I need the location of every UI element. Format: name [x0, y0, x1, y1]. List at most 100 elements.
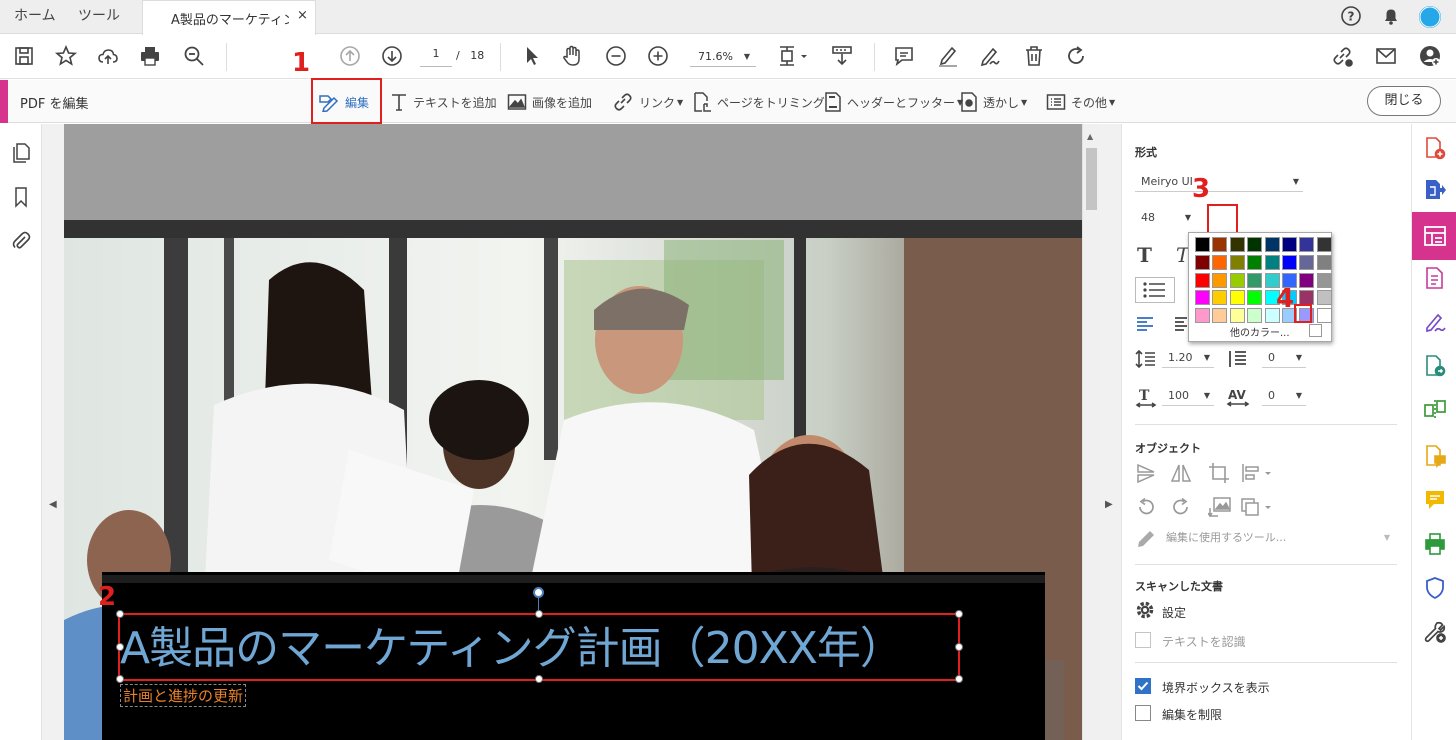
fill-sign-icon[interactable]: [1423, 310, 1447, 334]
color-swatch[interactable]: [1282, 237, 1297, 252]
color-swatch[interactable]: [1316, 254, 1332, 270]
export-pdf-icon[interactable]: [1423, 178, 1447, 202]
add-text-button[interactable]: テキストを追加: [390, 91, 497, 113]
save-icon[interactable]: [12, 44, 38, 70]
color-swatch[interactable]: [1299, 272, 1315, 288]
italic-text-icon[interactable]: T: [1174, 244, 1188, 266]
more-colors-box[interactable]: [1309, 324, 1322, 337]
rotate-right-icon[interactable]: [1170, 496, 1192, 518]
color-swatch[interactable]: [1212, 308, 1228, 324]
color-swatch[interactable]: [1229, 254, 1245, 270]
print-production-icon[interactable]: [1423, 532, 1447, 556]
more-tools-icon[interactable]: [1423, 620, 1447, 644]
rotate-icon[interactable]: [1064, 44, 1090, 70]
color-swatch[interactable]: [1247, 290, 1263, 306]
color-swatch[interactable]: [1195, 272, 1210, 288]
delete-trash-icon[interactable]: [1022, 44, 1048, 70]
paragraph-spacing-select[interactable]: 0 ▼: [1262, 348, 1306, 368]
color-swatch[interactable]: [1229, 290, 1245, 306]
resize-handle[interactable]: [535, 675, 543, 683]
scroll-up-icon[interactable]: ▲: [1087, 132, 1093, 141]
character-spacing-select[interactable]: 0 ▼: [1262, 386, 1306, 406]
color-swatch[interactable]: [1229, 308, 1245, 324]
restrict-edit-checkbox[interactable]: [1135, 705, 1151, 721]
previous-page-icon[interactable]: [338, 44, 364, 70]
color-swatch[interactable]: [1247, 254, 1263, 270]
color-swatch[interactable]: [1316, 237, 1332, 252]
comment-icon[interactable]: [1423, 488, 1447, 512]
resize-handle[interactable]: [955, 675, 963, 683]
align-objects-icon[interactable]: [1240, 462, 1276, 484]
email-icon[interactable]: [1374, 44, 1400, 70]
color-swatch[interactable]: [1195, 237, 1210, 252]
scroll-mode-icon[interactable]: [830, 44, 856, 70]
color-swatch[interactable]: [1316, 308, 1332, 324]
replace-image-icon[interactable]: [1208, 496, 1232, 518]
font-family-select[interactable]: Meiryo UI ▼: [1135, 172, 1303, 192]
scrollbar-thumb[interactable]: [1086, 148, 1097, 210]
print-icon[interactable]: [138, 44, 164, 70]
tab-tools[interactable]: ツール: [78, 0, 120, 34]
crop-page-button[interactable]: ページをトリミング: [692, 91, 825, 113]
left-pane-toggle[interactable]: ◀: [42, 124, 64, 740]
color-swatch[interactable]: [1195, 308, 1210, 324]
color-swatch[interactable]: [1299, 254, 1315, 270]
color-swatch[interactable]: [1212, 290, 1228, 306]
color-swatch[interactable]: [1282, 254, 1297, 270]
recognize-text-checkbox[interactable]: [1135, 632, 1151, 648]
edit-pdf-tool-icon[interactable]: [1423, 224, 1447, 248]
vertical-scrollbar[interactable]: ▲: [1082, 124, 1099, 740]
add-user-icon[interactable]: [1418, 44, 1444, 70]
page-number-input[interactable]: 1: [420, 47, 452, 67]
attachment-paperclip-icon[interactable]: [10, 230, 32, 252]
highlight-pen-icon[interactable]: [936, 44, 962, 70]
resize-handle[interactable]: [955, 643, 963, 651]
resize-handle[interactable]: [535, 610, 543, 618]
flip-vertical-icon[interactable]: [1135, 462, 1157, 484]
color-swatch[interactable]: [1212, 237, 1228, 252]
rotate-left-icon[interactable]: [1135, 496, 1157, 518]
resize-handle[interactable]: [116, 643, 124, 651]
sign-pen-icon[interactable]: [978, 44, 1004, 70]
bookmark-icon[interactable]: [10, 186, 32, 208]
tab-document[interactable]: A製品のマーケティング計画（20XX年） ×: [142, 0, 316, 35]
color-swatch[interactable]: [1316, 290, 1332, 306]
color-swatch[interactable]: [1316, 272, 1332, 288]
color-swatch[interactable]: [1229, 272, 1245, 288]
align-left-icon[interactable]: [1135, 316, 1155, 332]
color-swatch[interactable]: [1195, 290, 1210, 306]
settings-gear-icon[interactable]: [1135, 600, 1155, 620]
close-tab-icon[interactable]: ×: [297, 8, 308, 23]
more-button[interactable]: その他 ▼: [1046, 91, 1115, 113]
zoom-level-select[interactable]: 71.6% ▼: [690, 47, 756, 67]
zoom-search-icon[interactable]: [182, 44, 208, 70]
send-for-signature-icon[interactable]: [1423, 354, 1447, 378]
close-edit-button[interactable]: 閉じる: [1367, 86, 1441, 116]
page-fit-icon[interactable]: [776, 44, 812, 70]
help-icon[interactable]: ?: [1340, 5, 1362, 27]
next-page-icon[interactable]: [380, 44, 406, 70]
zoom-in-icon[interactable]: [646, 44, 672, 70]
align-center-icon[interactable]: [1174, 316, 1188, 332]
color-swatch[interactable]: [1247, 308, 1263, 324]
color-swatch[interactable]: [1195, 254, 1210, 270]
settings-label[interactable]: 設定: [1162, 604, 1186, 621]
color-swatch[interactable]: [1212, 272, 1228, 288]
select-cursor-icon[interactable]: [520, 44, 546, 70]
header-footer-button[interactable]: ヘッダーとフッター ▼: [824, 91, 963, 113]
resize-handle[interactable]: [955, 610, 963, 618]
organize-pages-icon[interactable]: [1423, 266, 1447, 290]
show-bounding-box-checkbox[interactable]: [1135, 678, 1151, 694]
hand-tool-icon[interactable]: [560, 44, 586, 70]
resize-handle[interactable]: [116, 675, 124, 683]
resize-handle[interactable]: [116, 610, 124, 618]
color-swatch[interactable]: [1229, 237, 1245, 252]
right-pane-toggle[interactable]: ▶: [1099, 124, 1121, 740]
more-colors-option[interactable]: 他のカラー...: [1230, 324, 1290, 339]
add-image-button[interactable]: 画像を追加: [507, 91, 592, 113]
color-swatch[interactable]: [1264, 254, 1280, 270]
upload-cloud-icon[interactable]: [96, 44, 122, 70]
color-swatch[interactable]: [1299, 237, 1315, 252]
user-avatar-icon[interactable]: [1418, 5, 1442, 29]
crop-image-icon[interactable]: [1208, 462, 1230, 484]
